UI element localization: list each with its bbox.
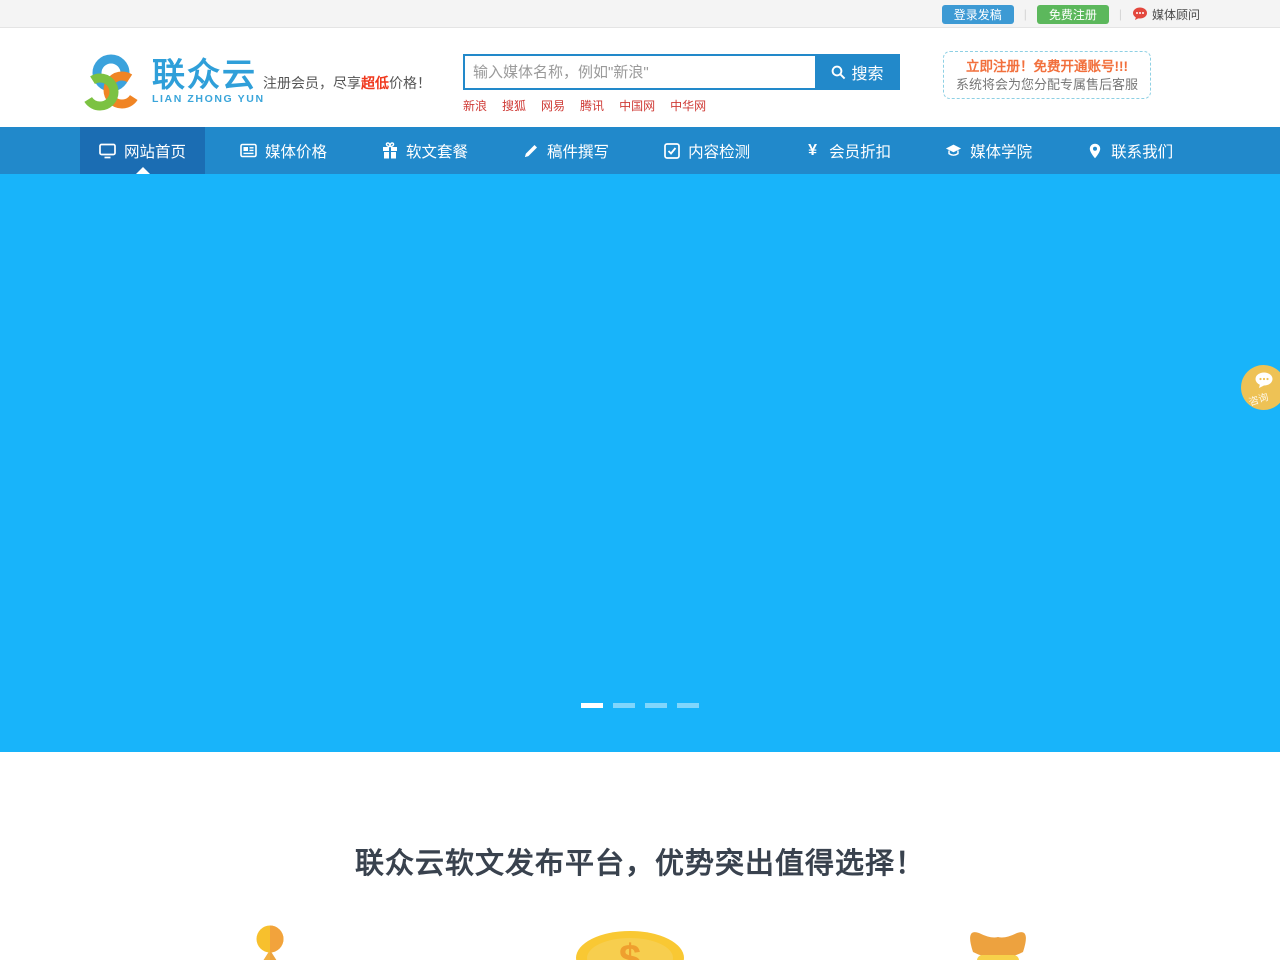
media-consultant-link[interactable]: 媒体顾问 — [1132, 6, 1200, 23]
member-tagline: 注册会员，尽享超低价格！ — [263, 73, 431, 93]
chat-bubble-icon — [1132, 7, 1148, 21]
free-register-button[interactable]: 免费注册 — [1037, 5, 1109, 24]
pen-icon — [522, 142, 539, 159]
money-bag-icon — [958, 922, 1038, 960]
nav-items: 网站首页 媒体价格 软文套餐 稿件撰写 内容检测 ¥ 会员折扣 媒体学院 联系我们 — [80, 127, 1200, 174]
hot-link[interactable]: 网易 — [541, 97, 565, 114]
login-post-button[interactable]: 登录发稿 — [942, 5, 1014, 24]
topbar: 登录发稿 | 免费注册 | 媒体顾问 — [0, 0, 1280, 28]
separator: | — [1024, 7, 1027, 21]
yuan-icon: ¥ — [804, 142, 821, 159]
nav-item-label: 内容检测 — [688, 140, 750, 162]
features-section: 联众云软文发布平台，优势突出值得选择！ $ — [0, 752, 1280, 960]
nav-item-contact-us[interactable]: 联系我们 — [1067, 127, 1192, 174]
nav-item-label: 软文套餐 — [406, 140, 468, 162]
svg-text:$: $ — [619, 937, 641, 960]
hot-media-links: 新浪搜狐网易腾讯中国网中华网 — [463, 97, 721, 114]
consult-float-button[interactable]: 咨询 — [1241, 365, 1280, 410]
hot-link[interactable]: 腾讯 — [580, 97, 604, 114]
logo-subtitle: LIAN ZHONG YUN — [152, 93, 265, 105]
nav-item-home[interactable]: 网站首页 — [80, 127, 205, 174]
search-button-label: 搜索 — [851, 60, 883, 84]
nav-item-content-check[interactable]: 内容检测 — [644, 127, 769, 174]
logo-title: 联众云 — [152, 59, 265, 91]
coin-icon: $ — [575, 928, 685, 960]
consult-label: 咨询 — [1246, 388, 1270, 408]
check-square-icon — [663, 142, 680, 159]
nav-item-label: 网站首页 — [124, 140, 186, 162]
logo-knot-icon — [80, 52, 142, 112]
carousel-dot-1[interactable] — [581, 703, 603, 708]
media-search: 搜索 — [463, 54, 900, 90]
hot-link[interactable]: 中国网 — [619, 97, 655, 114]
search-button[interactable]: 搜索 — [815, 54, 900, 90]
gift-icon — [381, 142, 398, 159]
map-pin-icon — [1086, 142, 1103, 159]
nav-item-label: 联系我们 — [1111, 140, 1173, 162]
carousel-indicators — [576, 703, 704, 708]
nav-item-article-package[interactable]: 软文套餐 — [362, 127, 487, 174]
main-nav: 网站首页 媒体价格 软文套餐 稿件撰写 内容检测 ¥ 会员折扣 媒体学院 联系我们 — [0, 127, 1280, 174]
nav-item-label: 媒体价格 — [265, 140, 327, 162]
search-icon — [831, 65, 846, 80]
tagline-highlight: 超低 — [361, 75, 389, 91]
promo-line2: 系统将会为您分配专属售后客服 — [944, 76, 1150, 94]
crown-icon — [208, 920, 332, 960]
nav-item-label: 媒体学院 — [970, 140, 1032, 162]
nav-item-article-writing[interactable]: 稿件撰写 — [503, 127, 628, 174]
chat-bubble-icon — [1254, 372, 1274, 389]
promo-line1: 立即注册！免费开通账号!!! — [944, 57, 1150, 76]
features-heading: 联众云软文发布平台，优势突出值得选择！ — [0, 752, 1280, 882]
search-input[interactable] — [463, 54, 815, 90]
graduation-cap-icon — [945, 142, 962, 159]
site-header: 联众云 LIAN ZHONG YUN 注册会员，尽享超低价格！ 搜索 新浪搜狐网… — [0, 28, 1280, 127]
nav-item-member-discount[interactable]: ¥ 会员折扣 — [785, 127, 910, 174]
nav-item-label: 稿件撰写 — [547, 140, 609, 162]
nav-item-media-academy[interactable]: 媒体学院 — [926, 127, 1051, 174]
nav-item-media-price[interactable]: 媒体价格 — [221, 127, 346, 174]
hot-link[interactable]: 搜狐 — [502, 97, 526, 114]
media-consultant-label: 媒体顾问 — [1152, 6, 1200, 23]
register-promo-box[interactable]: 立即注册！免费开通账号!!! 系统将会为您分配专属售后客服 — [943, 51, 1151, 99]
carousel-dot-2[interactable] — [613, 703, 635, 708]
hero-carousel[interactable] — [0, 174, 1280, 752]
carousel-dot-3[interactable] — [645, 703, 667, 708]
site-logo[interactable]: 联众云 LIAN ZHONG YUN — [80, 52, 265, 112]
separator: | — [1119, 7, 1122, 21]
carousel-dot-4[interactable] — [677, 703, 699, 708]
hot-link[interactable]: 新浪 — [463, 97, 487, 114]
monitor-icon — [99, 142, 116, 159]
hot-link[interactable]: 中华网 — [670, 97, 706, 114]
newspaper-icon — [240, 142, 257, 159]
nav-item-label: 会员折扣 — [829, 140, 891, 162]
